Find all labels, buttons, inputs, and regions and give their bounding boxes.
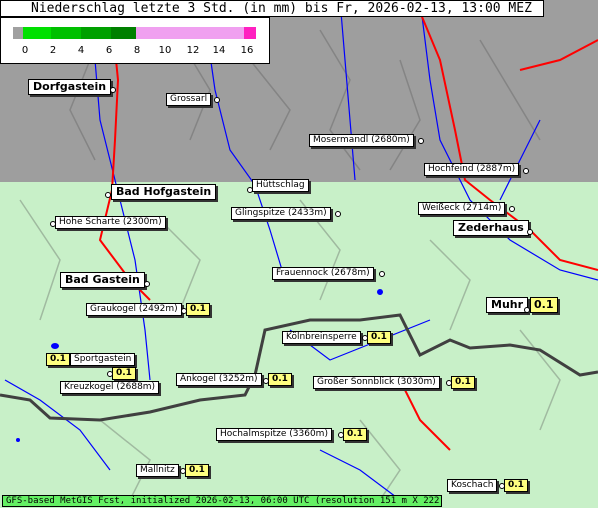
precipitation-map: Niederschlag letzte 3 Std. (in mm) bis F…: [0, 0, 598, 508]
location-marker: [524, 307, 530, 313]
place-grossarl: Grossarl: [166, 93, 212, 106]
place-mosermandl: Mosermandl (2680m): [309, 134, 414, 147]
legend-tick: 8: [133, 45, 141, 56]
precip-value-badge: 0.1: [530, 297, 558, 313]
legend-tick: 2: [49, 45, 57, 56]
place-mallnitz: Mallnitz: [136, 464, 179, 477]
legend-seg-high: [136, 27, 244, 39]
location-marker: [335, 211, 341, 217]
location-marker: [105, 192, 111, 198]
location-marker: [263, 378, 269, 384]
location-marker: [499, 483, 505, 489]
location-marker: [418, 138, 424, 144]
precip-value-badge: 0.1: [268, 373, 292, 386]
legend-tick: 4: [77, 45, 85, 56]
legend-tick: 14: [212, 45, 226, 56]
place-kreuzkogel: Kreuzkogel (2688m): [60, 381, 160, 394]
place-ankogel: Ankogel (3252m): [176, 373, 262, 386]
place-hochfeind: Hochfeind (2887m): [424, 163, 520, 176]
legend-seg-max: [244, 27, 256, 39]
place-huettschlag: Hüttschlag: [252, 179, 309, 192]
place-glingspitze: Glingspitze (2433m): [231, 207, 331, 220]
legend-tick: 6: [105, 45, 113, 56]
town-zederhaus: Zederhaus: [453, 220, 529, 236]
location-marker: [214, 97, 220, 103]
legend-tick: 10: [158, 45, 172, 56]
location-marker: [379, 271, 385, 277]
legend-seg-mid: [81, 27, 111, 39]
map-title: Niederschlag letzte 3 Std. (in mm) bis F…: [0, 0, 544, 17]
location-marker: [527, 229, 533, 235]
location-marker: [107, 371, 113, 377]
place-sportgastein: Sportgastein: [70, 353, 136, 366]
location-marker: [50, 221, 56, 227]
legend-seg-low2: [51, 27, 81, 39]
legend-tick: 16: [240, 45, 254, 56]
location-marker: [362, 335, 368, 341]
location-marker: [181, 308, 187, 314]
legend-seg-low: [23, 27, 51, 39]
precipitation-legend: 0 2 4 6 8 10 12 14 16: [0, 17, 270, 64]
location-marker: [446, 380, 452, 386]
location-marker: [523, 168, 529, 174]
precip-value-badge: 0.1: [46, 353, 70, 366]
location-marker: [247, 187, 253, 193]
precip-value-badge: 0.1: [367, 331, 391, 344]
town-dorfgastein: Dorfgastein: [28, 79, 112, 95]
place-koschach: Koschach: [447, 479, 498, 492]
location-marker: [144, 281, 150, 287]
precip-value-badge: 0.1: [504, 479, 528, 492]
precip-value-badge: 0.1: [451, 376, 475, 389]
location-marker: [110, 87, 116, 93]
precip-value-badge: 0.1: [112, 367, 136, 380]
legend-seg-none: [13, 27, 23, 39]
location-marker: [180, 468, 186, 474]
town-muhr: Muhr: [486, 297, 529, 313]
precip-value-badge: 0.1: [343, 428, 367, 441]
place-frauennock: Frauennock (2678m): [272, 267, 374, 280]
legend-seg-mid2: [111, 27, 136, 39]
place-hohe-scharte: Hohe Scharte (2300m): [55, 216, 166, 229]
place-koelnbreinsperre: Kölnbreinsperre: [282, 331, 361, 344]
place-weisseck: Weißeck (2714m): [418, 202, 506, 215]
place-grosser-sonnblick: Großer Sonnblick (3030m): [313, 376, 440, 389]
place-graukogel: Graukogel (2492m): [86, 303, 182, 316]
precip-value-badge: 0.1: [186, 303, 210, 316]
location-marker: [509, 206, 515, 212]
legend-tick: 12: [186, 45, 200, 56]
town-bad-hofgastein: Bad Hofgastein: [111, 184, 217, 200]
location-marker: [338, 432, 344, 438]
precip-value-badge: 0.1: [185, 464, 209, 477]
town-bad-gastein: Bad Gastein: [60, 272, 145, 288]
place-hochalmspitze: Hochalmspitze (3360m): [216, 428, 332, 441]
legend-tick: 0: [21, 45, 29, 56]
forecast-source-footer: GFS-based MetGIS Fcst, initialized 2026-…: [2, 495, 442, 507]
